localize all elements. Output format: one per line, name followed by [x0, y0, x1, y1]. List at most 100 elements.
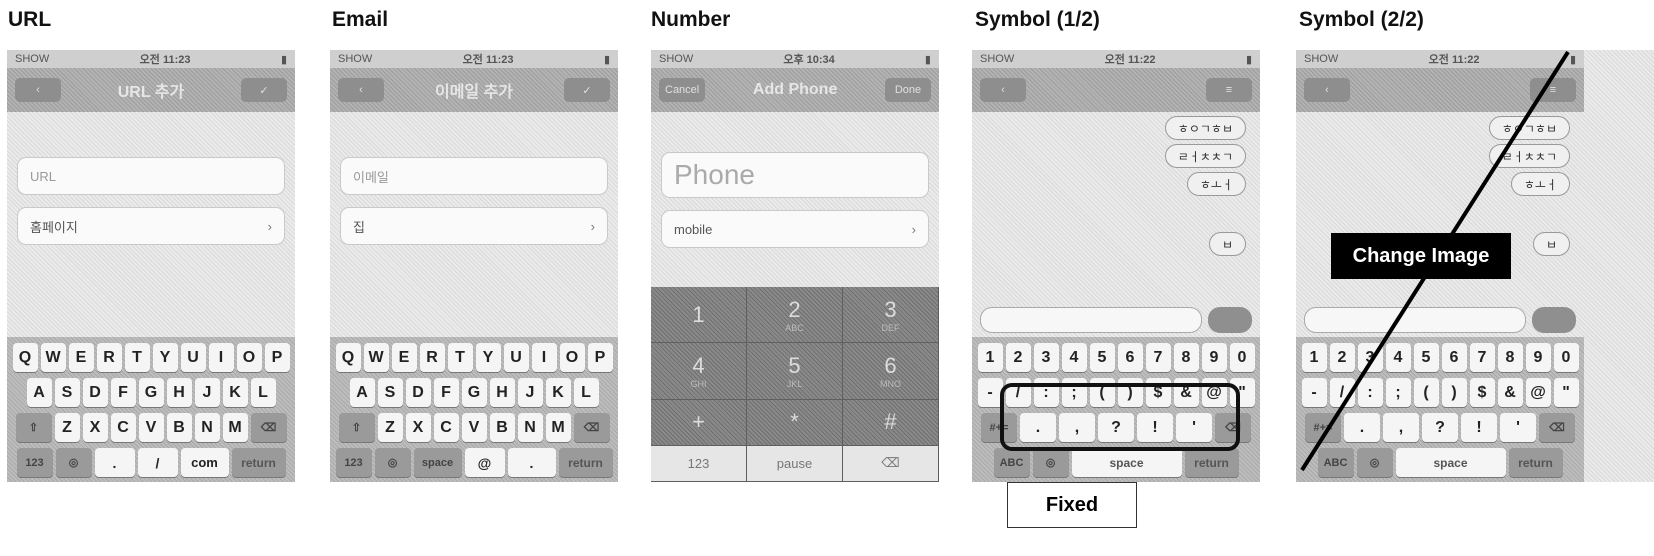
back-button[interactable]: ‹: [338, 78, 384, 102]
key[interactable]: X: [82, 413, 108, 442]
key[interactable]: N: [194, 413, 220, 442]
key[interactable]: 0: [1553, 343, 1579, 372]
key[interactable]: 6: [1441, 343, 1467, 372]
key[interactable]: ": [1553, 378, 1579, 407]
key[interactable]: E: [391, 343, 417, 372]
key[interactable]: :: [1357, 378, 1383, 407]
key[interactable]: K: [222, 378, 248, 407]
key[interactable]: -: [1301, 378, 1327, 407]
key[interactable]: ): [1441, 378, 1467, 407]
key[interactable]: L: [250, 378, 276, 407]
key[interactable]: E: [68, 343, 94, 372]
key[interactable]: F: [110, 378, 136, 407]
key[interactable]: 5: [1413, 343, 1439, 372]
key-abc[interactable]: ABC: [1317, 448, 1354, 477]
key[interactable]: C: [433, 413, 459, 442]
globe-icon[interactable]: ◎: [1356, 448, 1393, 477]
done-button[interactable]: ✓: [240, 78, 287, 102]
key[interactable]: S: [54, 378, 80, 407]
key[interactable]: 6: [1117, 343, 1143, 372]
numpad-key[interactable]: 1: [651, 287, 747, 344]
key[interactable]: R: [96, 343, 122, 372]
globe-icon[interactable]: ◎: [1032, 448, 1069, 477]
key[interactable]: K: [545, 378, 571, 407]
key[interactable]: C: [110, 413, 136, 442]
numpad-key[interactable]: 6 MNO: [843, 343, 939, 400]
key[interactable]: O: [559, 343, 585, 372]
key-slash[interactable]: /: [137, 448, 178, 477]
key[interactable]: 2: [1005, 343, 1031, 372]
key[interactable]: ;: [1385, 378, 1411, 407]
phone-input[interactable]: Phone: [661, 152, 929, 198]
key[interactable]: G: [461, 378, 487, 407]
key[interactable]: A: [26, 378, 52, 407]
key[interactable]: 9: [1525, 343, 1551, 372]
key[interactable]: 1: [1301, 343, 1327, 372]
delete-icon[interactable]: ⌫: [250, 413, 287, 442]
shift-icon[interactable]: ⇧: [338, 413, 375, 442]
numpad-key[interactable]: ⌫: [843, 445, 939, 482]
back-button[interactable]: ‹: [15, 78, 61, 102]
key[interactable]: D: [405, 378, 431, 407]
key-space[interactable]: space: [413, 448, 462, 477]
key[interactable]: 9: [1201, 343, 1227, 372]
shift-icon[interactable]: ⇧: [15, 413, 52, 442]
key[interactable]: U: [180, 343, 206, 372]
send-button[interactable]: [1532, 307, 1576, 333]
key[interactable]: 8: [1497, 343, 1523, 372]
back-button[interactable]: ‹: [980, 78, 1026, 102]
key-com[interactable]: com: [180, 448, 229, 477]
globe-icon[interactable]: ◎: [55, 448, 92, 477]
key-return[interactable]: return: [1508, 448, 1563, 477]
url-input[interactable]: URL: [17, 157, 285, 195]
key[interactable]: S: [377, 378, 403, 407]
key[interactable]: 7: [1145, 343, 1171, 372]
done-button[interactable]: Done: [885, 78, 931, 102]
key-dot[interactable]: .: [94, 448, 135, 477]
key[interactable]: T: [124, 343, 150, 372]
key[interactable]: Z: [377, 413, 403, 442]
key[interactable]: (: [1413, 378, 1439, 407]
key[interactable]: O: [236, 343, 262, 372]
key[interactable]: 8: [1173, 343, 1199, 372]
cancel-button[interactable]: Cancel: [659, 78, 706, 102]
key[interactable]: @: [1525, 378, 1551, 407]
key[interactable]: A: [349, 378, 375, 407]
key[interactable]: H: [166, 378, 192, 407]
key[interactable]: 3: [1033, 343, 1059, 372]
key[interactable]: G: [138, 378, 164, 407]
key[interactable]: B: [166, 413, 192, 442]
key[interactable]: X: [405, 413, 431, 442]
more-symbols-key[interactable]: #+=: [1305, 413, 1341, 442]
done-button[interactable]: ✓: [563, 78, 610, 102]
key-at[interactable]: @: [464, 448, 505, 477]
key[interactable]: 1: [977, 343, 1003, 372]
message-input[interactable]: [1304, 307, 1526, 333]
key[interactable]: Z: [54, 413, 80, 442]
key[interactable]: J: [194, 378, 220, 407]
key[interactable]: V: [138, 413, 164, 442]
key[interactable]: &: [1497, 378, 1523, 407]
email-input[interactable]: 이메일: [340, 157, 608, 195]
numpad-key[interactable]: 4 GHI: [651, 343, 747, 400]
key[interactable]: U: [503, 343, 529, 372]
key-123[interactable]: 123: [335, 448, 372, 477]
edit-button[interactable]: ≡: [1206, 78, 1252, 102]
key[interactable]: V: [461, 413, 487, 442]
key[interactable]: !: [1461, 413, 1497, 442]
label-selector[interactable]: mobile ›: [661, 210, 929, 248]
numpad-key[interactable]: 5 JKL: [747, 343, 843, 400]
key[interactable]: P: [587, 343, 613, 372]
key[interactable]: 4: [1061, 343, 1087, 372]
key[interactable]: M: [222, 413, 248, 442]
message-input[interactable]: [980, 307, 1202, 333]
key[interactable]: ?: [1422, 413, 1458, 442]
key[interactable]: 0: [1229, 343, 1255, 372]
key-return[interactable]: return: [1184, 448, 1239, 477]
key[interactable]: Y: [475, 343, 501, 372]
key[interactable]: Q: [12, 343, 38, 372]
key-return[interactable]: return: [558, 448, 613, 477]
key[interactable]: $: [1469, 378, 1495, 407]
key[interactable]: F: [433, 378, 459, 407]
key[interactable]: 4: [1385, 343, 1411, 372]
